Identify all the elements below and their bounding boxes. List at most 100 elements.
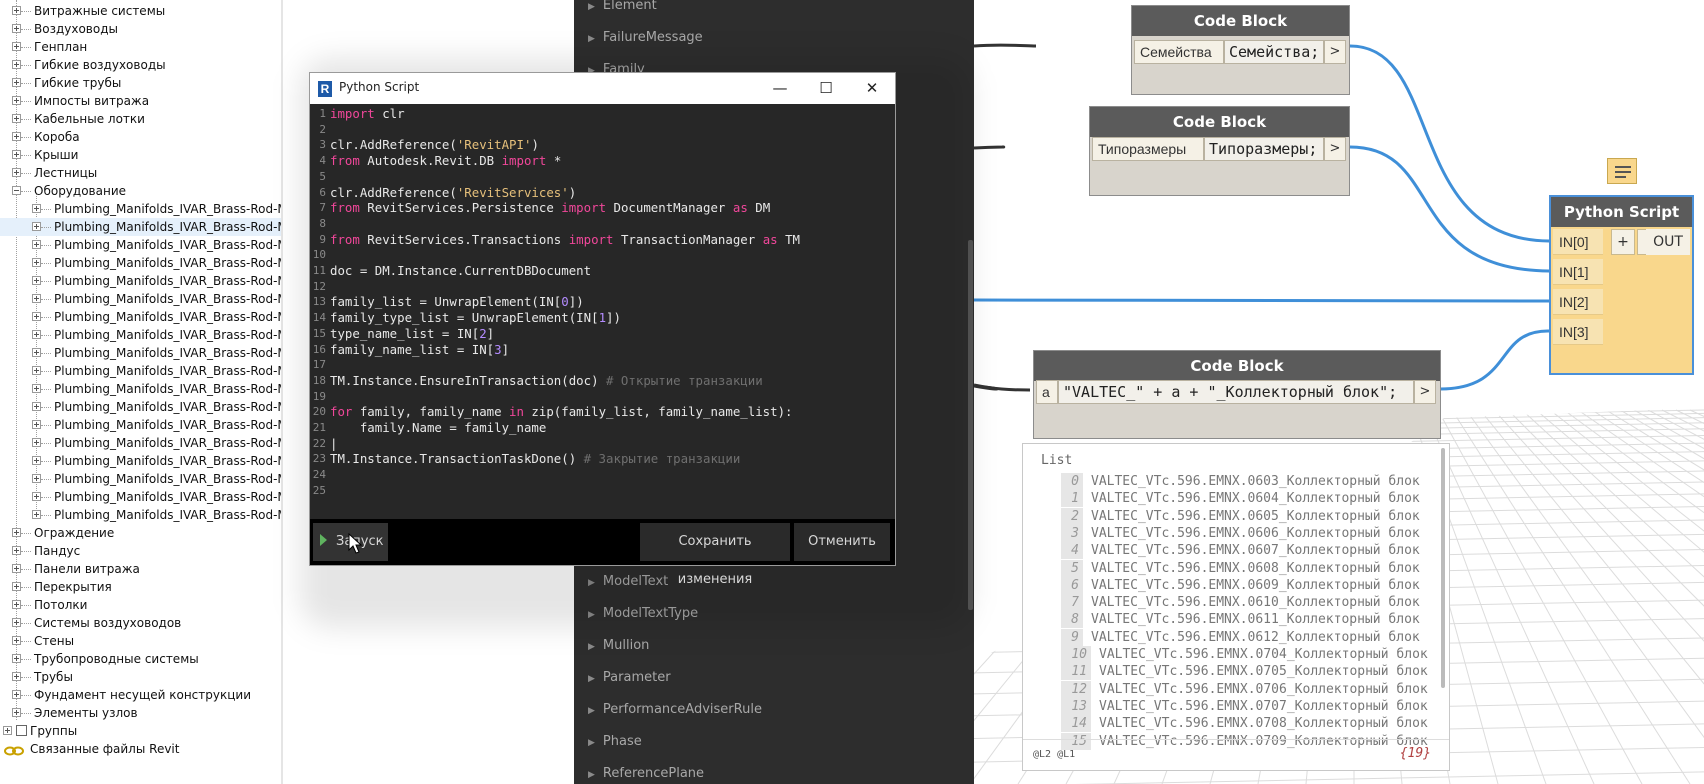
expand-icon[interactable]	[32, 312, 41, 321]
expand-icon[interactable]	[32, 222, 41, 231]
collapse-icon[interactable]	[12, 186, 21, 195]
node-output-port[interactable]: >	[1324, 40, 1346, 64]
tree-item[interactable]: Генплан	[0, 38, 282, 56]
tree-item[interactable]: Связанные файлы Revit	[0, 740, 282, 758]
library-category[interactable]: ▶ FailureMessage	[588, 28, 703, 48]
tree-item[interactable]: Кабельные лотки	[0, 110, 282, 128]
library-category[interactable]: ▶ ReferencePlane	[588, 764, 704, 784]
code-line[interactable]: from Autodesk.Revit.DB import *	[330, 153, 561, 168]
expand-icon[interactable]	[12, 96, 21, 105]
code-line[interactable]: clr.AddReference('RevitAPI')	[330, 137, 539, 152]
library-category[interactable]: ▶ Phase	[588, 732, 642, 752]
code-block-node-2[interactable]: Code Block Типоразмеры Типоразмеры; >	[1089, 106, 1350, 196]
code-line[interactable]: doc = DM.Instance.CurrentDBDocument	[330, 263, 591, 278]
expand-icon[interactable]	[12, 24, 21, 33]
expand-icon[interactable]	[12, 690, 21, 699]
expand-icon[interactable]	[12, 528, 21, 537]
expand-icon[interactable]	[12, 672, 21, 681]
expand-icon[interactable]	[32, 294, 41, 303]
tree-item[interactable]: Пандус	[0, 542, 282, 560]
tree-item[interactable]: Потолки	[0, 596, 282, 614]
tree-item[interactable]: Группы	[0, 722, 282, 740]
add-input-button[interactable]: +	[1611, 229, 1635, 255]
tree-item[interactable]: Системы воздуховодов	[0, 614, 282, 632]
save-changes-button[interactable]: Сохранить изменения	[640, 523, 790, 587]
tree-item[interactable]: Панели витража	[0, 560, 282, 578]
expand-icon[interactable]	[32, 384, 41, 393]
expand-icon[interactable]	[32, 420, 41, 429]
node-input-port[interactable]: Типоразмеры	[1092, 137, 1204, 161]
code-line[interactable]: TM.Instance.EnsureInTransaction(doc) # О…	[330, 373, 763, 388]
cancel-button[interactable]: Отменить	[794, 523, 890, 561]
tree-child-item[interactable]: Plumbing_Manifolds_IVAR_Brass-Rod-Man	[0, 380, 282, 398]
expand-icon[interactable]	[32, 348, 41, 357]
tree-item[interactable]: Фундамент несущей конструкции	[0, 686, 282, 704]
expand-icon[interactable]	[32, 438, 41, 447]
code-block-editor[interactable]: Семейства;	[1224, 40, 1324, 64]
code-editor[interactable]: 1 import clr 2 3 clr.AddReference('RevitAPI'…	[310, 104, 895, 519]
expand-icon[interactable]	[12, 636, 21, 645]
code-line[interactable]: from RevitServices.Persistence import Do…	[330, 200, 770, 215]
library-category[interactable]: ▶ Parameter	[588, 668, 671, 688]
code-line[interactable]: family_name_list = IN[3]	[330, 342, 509, 357]
code-line[interactable]: TM.Instance.TransactionTaskDone() # Закр…	[330, 451, 740, 466]
maximize-button[interactable]: ☐	[803, 73, 849, 104]
code-block-editor[interactable]: Типоразмеры;	[1204, 137, 1324, 161]
code-line[interactable]: type_name_list = IN[2]	[330, 326, 494, 341]
tree-item[interactable]: Трубопроводные системы	[0, 650, 282, 668]
library-category[interactable]: ▶ PerformanceAdviserRule	[588, 700, 762, 720]
tree-item[interactable]: Импосты витража	[0, 92, 282, 110]
tree-item[interactable]: Гибкие трубы	[0, 74, 282, 92]
expand-icon[interactable]	[12, 618, 21, 627]
tree-child-item[interactable]: Plumbing_Manifolds_IVAR_Brass-Rod-Man	[0, 200, 282, 218]
tree-item[interactable]: Перекрытия	[0, 578, 282, 596]
expand-icon[interactable]	[12, 600, 21, 609]
tree-item[interactable]: Лестницы	[0, 164, 282, 182]
tree-splitter[interactable]	[281, 0, 283, 784]
tree-child-item[interactable]: Plumbing_Manifolds_IVAR_Brass-Rod-Man	[0, 434, 282, 452]
python-input-port-0[interactable]: IN[0]	[1553, 229, 1603, 255]
expand-icon[interactable]	[12, 582, 21, 591]
tree-child-item[interactable]: Plumbing_Manifolds_IVAR_Brass-Rod-Man	[0, 362, 282, 380]
expand-icon[interactable]	[12, 564, 21, 573]
expand-icon[interactable]	[32, 258, 41, 267]
python-script-editor-window[interactable]: R Python Script — ☐ ✕ 1 import clr 2 3 clr.A…	[310, 73, 895, 587]
tree-child-item[interactable]: Plumbing_Manifolds_IVAR_Brass-Rod-Man	[0, 308, 282, 326]
expand-icon[interactable]	[12, 6, 21, 15]
expand-icon[interactable]	[32, 474, 41, 483]
expand-icon[interactable]	[12, 654, 21, 663]
library-category[interactable]: ▶ Element	[588, 0, 657, 16]
tree-item[interactable]: Воздуховоды	[0, 20, 282, 38]
tree-item[interactable]: Гибкие воздуховоды	[0, 56, 282, 74]
expand-icon[interactable]	[32, 402, 41, 411]
node-output-port[interactable]: >	[1324, 137, 1346, 161]
expand-icon[interactable]	[32, 492, 41, 501]
code-line[interactable]: family.Name = family_name	[330, 420, 547, 435]
expand-icon[interactable]	[12, 150, 21, 159]
tree-item[interactable]: Трубы	[0, 668, 282, 686]
expand-icon[interactable]	[32, 366, 41, 375]
tree-child-item[interactable]: Plumbing_Manifolds_IVAR_Brass-Rod-Man	[0, 272, 282, 290]
code-line[interactable]: import clr	[330, 106, 405, 121]
window-titlebar[interactable]: R Python Script — ☐ ✕	[310, 73, 895, 104]
tree-child-item[interactable]: Plumbing_Manifolds_IVAR_Brass-Rod-Man	[0, 452, 282, 470]
expand-icon[interactable]	[12, 42, 21, 51]
expand-icon[interactable]	[32, 240, 41, 249]
node-output-port[interactable]: >	[1414, 380, 1436, 404]
tree-item[interactable]: Стены	[0, 632, 282, 650]
preview-scrollbar[interactable]	[1441, 448, 1445, 688]
expand-icon[interactable]	[12, 708, 21, 717]
tree-child-item[interactable]: Plumbing_Manifolds_IVAR_Brass-Rod-Man	[0, 290, 282, 308]
code-line[interactable]: for family, family_name in zip(family_li…	[330, 404, 793, 419]
tree-child-item[interactable]: Plumbing_Manifolds_IVAR_Brass-Rod-Man	[0, 416, 282, 434]
expand-icon[interactable]	[12, 78, 21, 87]
tree-child-item[interactable]: Plumbing_Manifolds_IVAR_Brass-Rod-Man	[0, 326, 282, 344]
expand-icon[interactable]	[12, 114, 21, 123]
code-line[interactable]: family_type_list = UnwrapElement(IN[1])	[330, 310, 621, 325]
minimize-button[interactable]: —	[757, 73, 803, 104]
expand-icon[interactable]	[32, 330, 41, 339]
tree-item[interactable]: Витражные системы	[0, 2, 282, 20]
tree-child-item[interactable]: Plumbing_Manifolds_IVAR_Brass-Rod-Man	[0, 470, 282, 488]
expand-icon[interactable]	[12, 168, 21, 177]
tree-item[interactable]: Ограждение	[0, 524, 282, 542]
